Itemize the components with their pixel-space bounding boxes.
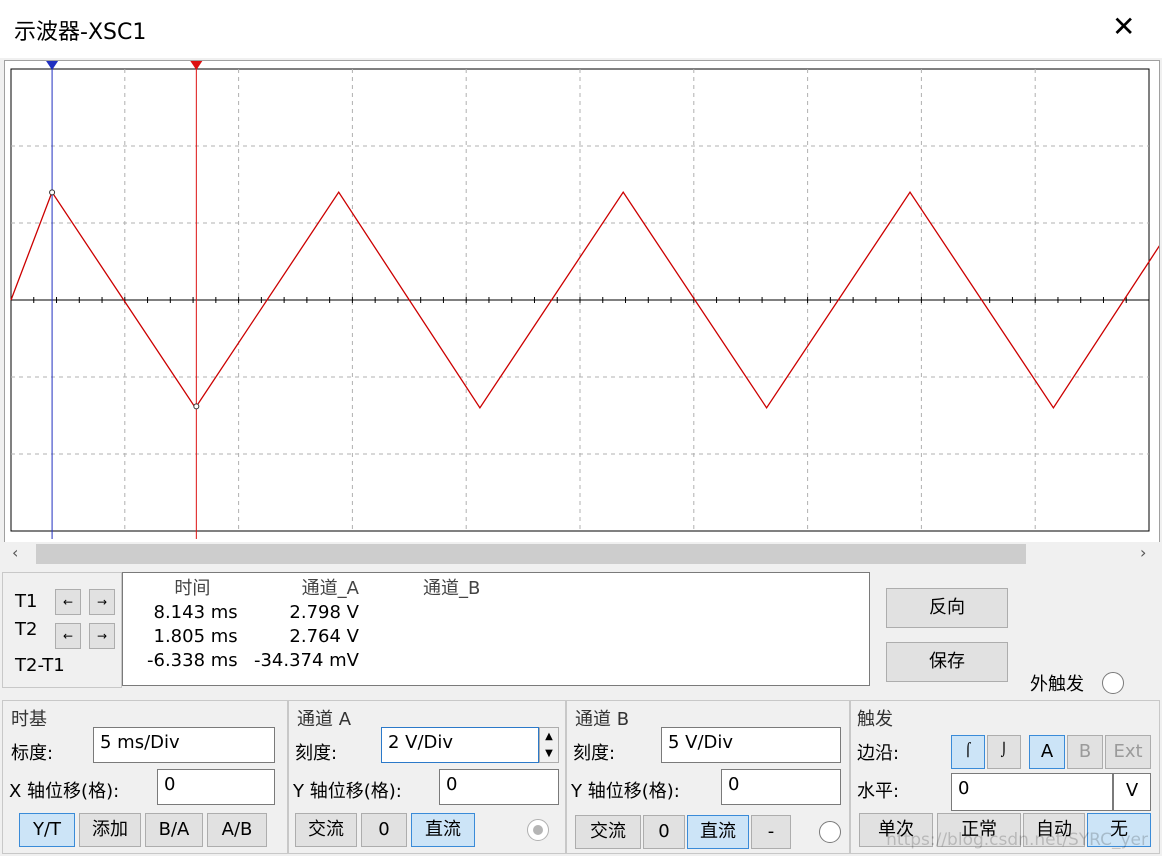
timebase-panel: 时基 标度: 5 ms/Div X 轴位移(格): 0 Y/T 添加 B/A A…	[2, 700, 288, 854]
channel-a-ypos-input[interactable]: 0	[439, 769, 559, 805]
trigger-level-input[interactable]: 0	[951, 773, 1113, 811]
t1-label: T1	[15, 591, 38, 612]
scroll-right-icon[interactable]: ›	[1140, 543, 1146, 562]
t1-time: 8.143 ms	[153, 602, 238, 623]
channel-b-ypos-label: Y 轴位移(格):	[571, 781, 680, 802]
timebase-scale-input[interactable]: 5 ms/Div	[93, 727, 275, 763]
channel-a-ypos-label: Y 轴位移(格):	[293, 781, 402, 802]
horizontal-scrollbar[interactable]: ‹ ›	[0, 542, 1162, 566]
ba-mode-button[interactable]: B/A	[145, 813, 203, 847]
channel-b-dc-button[interactable]: 直流	[687, 815, 749, 849]
trigger-title: 触发	[857, 709, 893, 730]
readout-table: 时间 通道_A 通道_B 8.143 ms 2.798 V 1.805 ms 2…	[139, 577, 488, 673]
scope-chart	[10, 61, 1159, 539]
trigger-source-a-button[interactable]: A	[1029, 735, 1065, 769]
channel-b-ypos-input[interactable]: 0	[721, 769, 841, 805]
trigger-source-ext-button[interactable]: Ext	[1105, 735, 1151, 769]
channel-b-minus-button[interactable]: -	[751, 815, 791, 849]
scrollbar-thumb[interactable]	[36, 544, 1026, 564]
trigger-edge-label: 边沿:	[857, 743, 900, 764]
channel-b-title: 通道 B	[575, 709, 630, 730]
close-icon[interactable]: ✕	[1112, 12, 1135, 42]
rising-edge-icon[interactable]: ⌠	[951, 735, 985, 769]
trigger-level-unit[interactable]: V	[1113, 773, 1151, 811]
spin-down-icon[interactable]: ▼	[540, 745, 558, 762]
yt-mode-button[interactable]: Y/T	[19, 813, 75, 847]
channel-b-scale-label: 刻度:	[573, 743, 616, 764]
t1-right-button[interactable]: →	[89, 589, 115, 615]
diff-channel-a: -34.374 mV	[253, 650, 359, 671]
col-time: 时间	[174, 578, 211, 599]
channel-b-ac-button[interactable]: 交流	[575, 815, 641, 849]
t1-channel-a: 2.798 V	[289, 602, 359, 623]
diff-channel-b	[367, 649, 488, 673]
cursor-t2-point	[193, 403, 200, 410]
arrow-left-icon: ←	[62, 629, 74, 643]
t2-channel-a: 2.764 V	[289, 626, 359, 647]
channel-b-scale-input[interactable]: 5 V/Div	[661, 727, 841, 763]
col-channel-a: 通道_A	[301, 578, 359, 599]
falling-edge-icon[interactable]: ⌡	[987, 735, 1021, 769]
trigger-level-label: 水平:	[857, 781, 900, 802]
channel-a-ac-button[interactable]: 交流	[295, 813, 357, 847]
x-position-input[interactable]: 0	[157, 769, 275, 805]
timebase-title: 时基	[11, 709, 47, 730]
arrow-left-icon: ←	[62, 595, 74, 609]
channel-a-zero-button[interactable]: 0	[361, 813, 407, 847]
t1-channel-b	[367, 601, 488, 625]
t1-left-button[interactable]: ←	[55, 589, 81, 615]
channel-a-scale-input[interactable]: 2 V/Div	[381, 727, 539, 763]
ext-trigger-label: 外触发	[1030, 674, 1084, 695]
scope-screen[interactable]	[4, 60, 1160, 544]
title-bar: 示波器-XSC1 ✕	[0, 0, 1162, 58]
t2-right-button[interactable]: →	[89, 623, 115, 649]
scroll-left-icon[interactable]: ‹	[12, 543, 18, 562]
diff-label: T2-T1	[15, 655, 65, 676]
channel-a-radio[interactable]	[527, 819, 549, 841]
col-channel-b: 通道_B	[423, 578, 481, 599]
add-mode-button[interactable]: 添加	[79, 813, 141, 847]
x-position-label: X 轴位移(格):	[9, 781, 120, 802]
readout-panel: 时间 通道_A 通道_B 8.143 ms 2.798 V 1.805 ms 2…	[122, 572, 870, 686]
trigger-source-b-button[interactable]: B	[1067, 735, 1103, 769]
timebase-scale-label: 标度:	[11, 743, 54, 764]
arrow-right-icon: →	[96, 629, 108, 643]
cursor-controls: T1 ← → T2 ← → T2-T1	[2, 572, 122, 688]
window-title: 示波器-XSC1	[14, 20, 147, 45]
channel-a-panel: 通道 A 刻度: 2 V/Div ▲ ▼ Y 轴位移(格): 0 交流 0 直流	[288, 700, 566, 854]
channel-a-dc-button[interactable]: 直流	[411, 813, 475, 847]
ab-mode-button[interactable]: A/B	[207, 813, 267, 847]
channel-b-panel: 通道 B 刻度: 5 V/Div Y 轴位移(格): 0 交流 0 直流 -	[566, 700, 850, 854]
channel-a-scale-spinner[interactable]: ▲ ▼	[539, 727, 559, 763]
channel-b-radio[interactable]	[819, 821, 841, 843]
spin-up-icon[interactable]: ▲	[540, 728, 558, 745]
reverse-button[interactable]: 反向	[886, 588, 1008, 628]
channel-a-scale-label: 刻度:	[295, 743, 338, 764]
save-button[interactable]: 保存	[886, 642, 1008, 682]
cursor-t1-point	[49, 189, 56, 196]
t2-time: 1.805 ms	[153, 626, 238, 647]
t2-label: T2	[15, 619, 38, 640]
watermark: https://blog.csdn.net/SYRC_yer	[886, 830, 1148, 850]
channel-a-title: 通道 A	[297, 709, 352, 730]
ext-trigger-radio[interactable]	[1102, 672, 1124, 694]
t2-channel-b	[367, 625, 488, 649]
channel-b-zero-button[interactable]: 0	[643, 815, 685, 849]
diff-time: -6.338 ms	[147, 650, 238, 671]
arrow-right-icon: →	[96, 595, 108, 609]
t2-left-button[interactable]: ←	[55, 623, 81, 649]
